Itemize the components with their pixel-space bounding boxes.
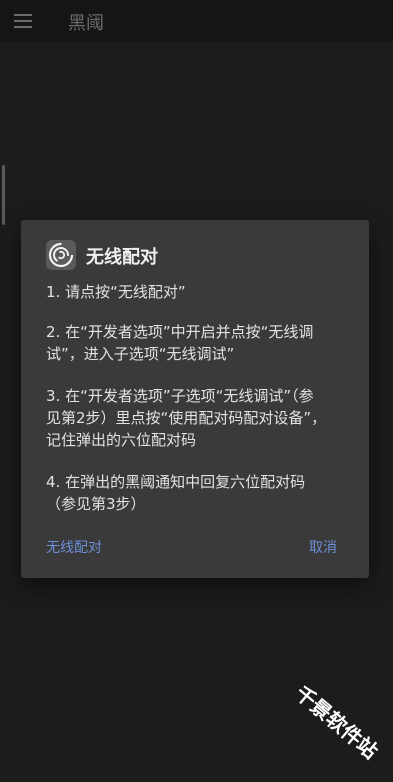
step-2-text: 2. 在“开发者选项”中开启并点按“无线调 试”，进入子选项“无线调试” (46, 323, 314, 363)
swirl-logo-icon (46, 240, 76, 270)
cancel-button[interactable]: 取消 (309, 537, 337, 557)
watermark-text: 千景软件站 (291, 681, 383, 764)
step-4-text: 4. 在弹出的黑阈通知中回复六位配对码 （参见第3步） (46, 473, 306, 513)
dialog-title: 无线配对 (86, 247, 158, 268)
app-bar: 黑阈 (0, 0, 393, 42)
menu-button[interactable] (8, 6, 38, 36)
wireless-pair-button[interactable]: 无线配对 (46, 537, 102, 557)
app-root: 黑阈 无线配对 1. 请点按“无线配对” 2. 在“开发者选项”中开启并点按“无… (0, 0, 393, 782)
step-3-text: 3. 在“开发者选项”子选项“无线调试”（参 见第2步）里点按“使用配对码配对设… (46, 387, 327, 449)
watermark-logo: 千景软件站 (291, 681, 383, 764)
scroll-indicator[interactable] (2, 165, 5, 225)
step-1-text: 1. 请点按“无线配对” (46, 283, 186, 301)
hamburger-menu-icon (14, 14, 32, 28)
app-title: 黑阈 (68, 13, 104, 34)
wireless-pairing-dialog: 无线配对 1. 请点按“无线配对” 2. 在“开发者选项”中开启并点按“无线调 … (21, 220, 369, 578)
